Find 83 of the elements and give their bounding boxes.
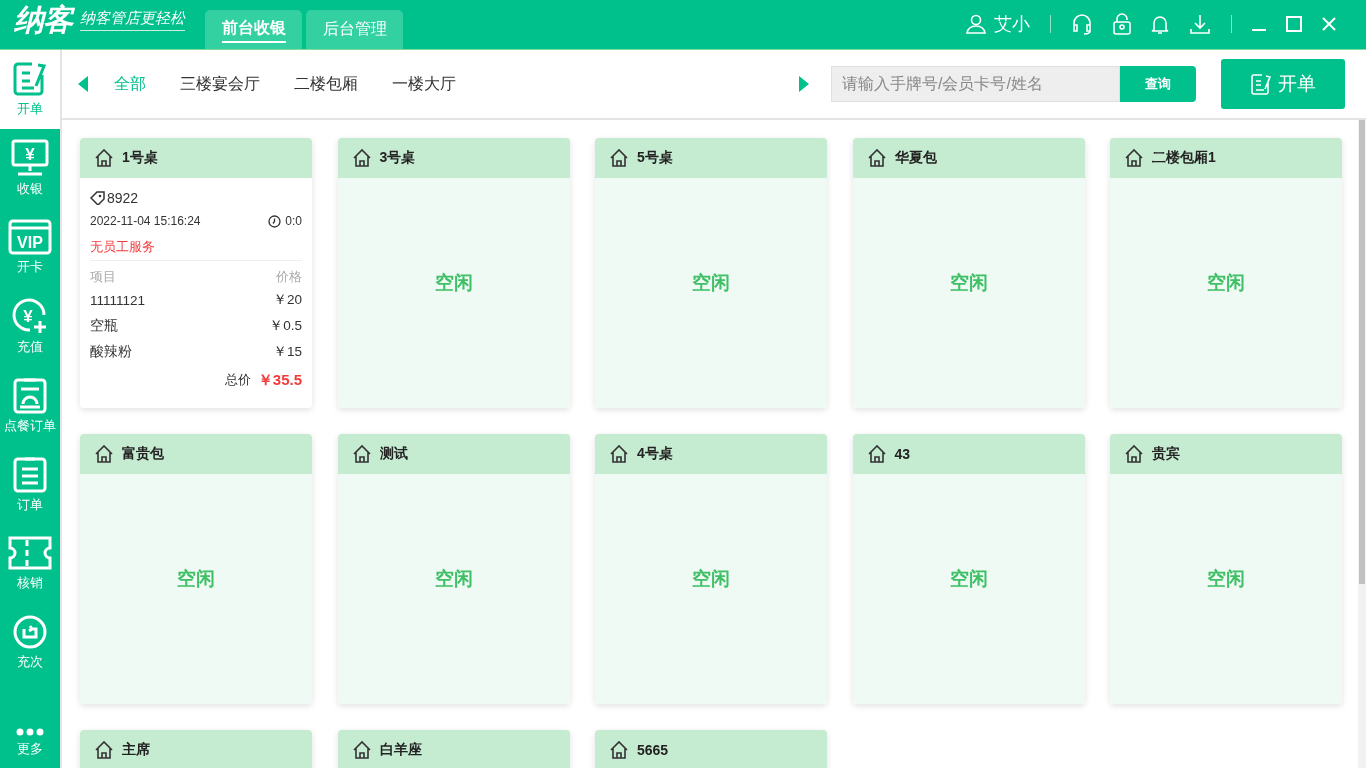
table-name: 主席 [122,741,150,759]
card-header[interactable]: 白羊座 [337,730,570,768]
house-icon [866,148,887,168]
total-label: 总价 [224,371,251,389]
card-header[interactable]: 43 [852,434,1085,474]
scroll-left-arrow[interactable] [78,76,88,92]
house-icon [94,444,114,464]
more-icon [15,727,45,737]
table-name: 43 [894,446,911,462]
table-name: 5号桌 [637,149,673,167]
table-name: 5665 [637,742,669,758]
scroll-right-arrow[interactable] [799,76,809,92]
house-icon [609,740,629,760]
house-icon [351,444,372,464]
table-name: 二楼包厢1 [1152,149,1216,167]
card-header[interactable]: 贵宾 [1110,434,1342,474]
house-icon [1124,444,1144,464]
status-text: 空闲 [692,271,730,295]
house-icon [94,740,114,760]
card-header[interactable]: 华夏包 [852,138,1085,178]
scrollbar[interactable] [1358,120,1366,768]
table-name: 4号桌 [637,445,673,463]
status-text: 空闲 [949,567,988,591]
ticket-icon [7,535,53,571]
search-field[interactable]: 请输入手牌号/会员卡号/姓名 [831,66,1120,102]
duration: 0:0 [285,214,302,228]
table-name: 测试 [379,445,408,463]
clipboard-list-icon [12,455,48,493]
clock-icon [268,214,282,228]
status-text: 空闲 [949,271,988,295]
card-header[interactable]: 4号桌 [595,434,827,474]
house-icon [866,444,887,464]
edit-icon [1250,73,1272,95]
area-tab[interactable]: 三楼宴会厅 [166,73,274,95]
card-header[interactable]: 5665 [595,730,827,768]
house-icon [609,444,629,464]
service-note: 无员工服务 [90,234,302,261]
status-text: 空闲 [177,567,215,591]
edit-icon [12,61,48,97]
item-price: ￥15 [272,343,302,361]
column-header: 价格 [276,268,302,286]
table-name: 贵宾 [1152,445,1180,463]
item-price: ￥20 [272,291,302,309]
status-text: 空闲 [1207,271,1245,295]
table-name: 富贵包 [122,445,164,463]
area-tab[interactable]: 二楼包厢 [280,73,372,95]
item-name: 酸辣粉 [90,343,132,361]
card-header[interactable]: 5号桌 [595,138,827,178]
card-header[interactable]: 测试 [337,434,570,474]
house-icon [351,740,372,760]
card-header[interactable]: 富贵包 [80,434,312,474]
item-name: 11111121 [90,292,146,308]
table-name: 3号桌 [379,149,416,167]
tag-icon [90,191,106,205]
house-icon [609,148,629,168]
card-header[interactable]: 3号桌 [337,138,570,178]
table-name: 华夏包 [894,149,937,167]
triangle-left-icon [78,76,88,92]
card-header[interactable]: 二楼包厢1 [1110,138,1342,178]
area-tab[interactable]: 一楼大厅 [378,73,470,95]
house-icon [94,148,114,168]
card-header[interactable]: 主席 [80,730,312,768]
slogan: 纳客管店更轻松 [80,9,185,31]
open-time: 2022-11-04 15:16:24 [90,214,201,228]
house-icon [351,148,372,168]
card-header[interactable]: 1号桌 [80,138,312,178]
column-header: 项目 [90,268,116,286]
tag-number: 8922 [107,190,139,206]
item-name: 空瓶 [90,317,118,335]
total-amount: ￥35.5 [257,370,302,390]
triangle-right-icon [799,76,809,92]
vip-card-icon: VIP [8,219,52,255]
refresh-circle-icon [12,614,48,650]
status-text: 空闲 [692,567,730,591]
table-name: 白羊座 [379,741,422,759]
status-text: 空闲 [1207,567,1245,591]
house-icon [1124,148,1144,168]
clipboard-dish-icon [12,376,48,414]
status-text: 空闲 [434,271,473,295]
table-name: 1号桌 [122,149,158,167]
user-icon [966,14,986,34]
status-text: 空闲 [434,567,473,591]
item-price: ￥0.5 [269,317,302,335]
